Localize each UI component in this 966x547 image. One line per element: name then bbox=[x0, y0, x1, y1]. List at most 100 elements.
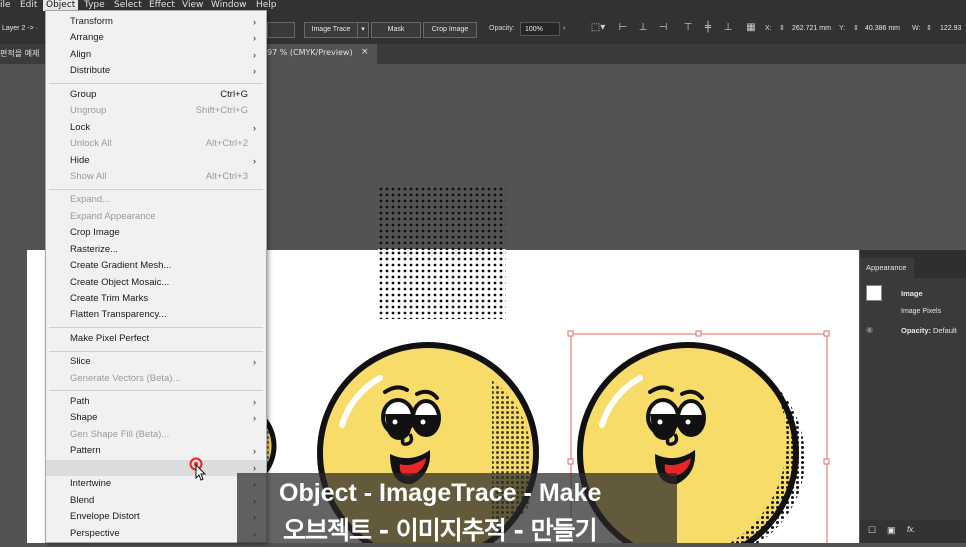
menu-separator bbox=[49, 390, 263, 391]
opacity-field[interactable]: 100% bbox=[520, 22, 560, 36]
add-fill-icon[interactable]: ▣ bbox=[887, 525, 896, 536]
x-field[interactable]: 262.721 mm bbox=[788, 22, 836, 36]
y-field[interactable]: 40.386 mm bbox=[861, 22, 909, 36]
image-thumbnail bbox=[866, 285, 882, 301]
x-label: X: bbox=[765, 25, 772, 32]
menu-item-rasterize[interactable]: Rasterize... bbox=[46, 242, 266, 258]
halftone-pattern-lower bbox=[378, 250, 506, 319]
menu-item-show-all[interactable]: Show All Alt+Ctrl+3 bbox=[46, 169, 266, 185]
panel-footer: ☐ ▣ fx. bbox=[860, 520, 966, 543]
y-label: Y: bbox=[839, 25, 846, 32]
grid-icon[interactable]: ▦ bbox=[745, 21, 757, 35]
appearance-panel: Appearance Image Image Pixels ◉ Opacity:… bbox=[860, 250, 966, 543]
menu-item-lock[interactable]: Lock › bbox=[46, 120, 266, 136]
chevron-right-icon: › bbox=[253, 397, 256, 407]
w-label: W: bbox=[912, 25, 921, 32]
layer-indicator: Layer 2 -> · bbox=[2, 25, 38, 32]
menu-separator bbox=[49, 189, 263, 190]
chevron-right-icon: › bbox=[253, 123, 256, 133]
opacity-row-value: Default bbox=[933, 326, 957, 335]
mask-button[interactable]: Mask bbox=[371, 22, 421, 38]
visibility-eye-icon[interactable]: ◉ bbox=[866, 325, 873, 334]
align-bottom-icon[interactable]: ⊥ bbox=[722, 21, 734, 35]
menu-window[interactable]: Window bbox=[211, 0, 247, 10]
fx-icon[interactable]: fx. bbox=[907, 525, 915, 534]
caption-line-english: Object - ImageTrace - Make bbox=[279, 479, 602, 507]
embed-button[interactable] bbox=[267, 22, 295, 38]
menu-item-slice[interactable]: Slice › bbox=[46, 354, 266, 370]
chevron-right-icon: › bbox=[253, 66, 256, 76]
menu-item-ungroup[interactable]: Ungroup Shift+Ctrl+G bbox=[46, 103, 266, 119]
image-trace-dropdown[interactable]: ▾ bbox=[357, 22, 369, 38]
align-right-icon[interactable]: ⊣ bbox=[657, 21, 669, 35]
align-top-icon[interactable]: ⊤ bbox=[682, 21, 694, 35]
menu-item-expand[interactable]: Expand... bbox=[46, 192, 266, 208]
video-caption: Object - ImageTrace - Make 오브젝트 - 이미지추적 … bbox=[237, 473, 677, 545]
chevron-right-icon: › bbox=[253, 50, 256, 60]
menu-item-crop-image[interactable]: Crop Image bbox=[46, 225, 266, 241]
resize-handle bbox=[567, 458, 574, 465]
close-tab-icon[interactable]: × bbox=[361, 47, 369, 57]
chevron-right-icon: › bbox=[253, 357, 256, 367]
menu-item-create-gradient-mesh[interactable]: Create Gradient Mesh... bbox=[46, 258, 266, 274]
menu-item-arrange[interactable]: Arrange › bbox=[46, 30, 266, 46]
chevron-right-icon: › bbox=[253, 156, 256, 166]
chevron-right-icon: › bbox=[253, 413, 256, 423]
resize-handle bbox=[695, 330, 702, 337]
resize-handle bbox=[823, 330, 830, 337]
menu-edit[interactable]: Edit bbox=[20, 0, 37, 10]
menu-type[interactable]: Type bbox=[84, 0, 105, 10]
menu-item-align[interactable]: Align › bbox=[46, 47, 266, 63]
transform-icon[interactable]: ⬚▾ bbox=[589, 21, 607, 35]
resize-handle bbox=[567, 330, 574, 337]
opacity-arrow-icon[interactable]: › bbox=[563, 22, 565, 36]
menu-item-flatten-transparency[interactable]: Flatten Transparency... bbox=[46, 307, 266, 323]
w-field[interactable]: 122.93 bbox=[936, 22, 966, 36]
menu-item-transform[interactable]: Transform › bbox=[46, 14, 266, 30]
x-stepper-icon[interactable]: ⇕ bbox=[779, 22, 785, 36]
menu-item-create-trim-marks[interactable]: Create Trim Marks bbox=[46, 291, 266, 307]
menu-item-group[interactable]: Group Ctrl+G bbox=[46, 87, 266, 103]
menu-item-image-trace-hovered[interactable]: › bbox=[46, 460, 266, 476]
menu-item-pattern[interactable]: Pattern › bbox=[46, 443, 266, 459]
resize-handle bbox=[823, 458, 830, 465]
menu-item-expand-appearance[interactable]: Expand Appearance bbox=[46, 209, 266, 225]
align-middle-icon[interactable]: ╪ bbox=[702, 21, 714, 35]
menu-item-envelope-distort[interactable]: Envelope Distort› bbox=[46, 509, 266, 525]
menu-item-create-object-mosaic[interactable]: Create Object Mosaic... bbox=[46, 275, 266, 291]
align-left-icon[interactable]: ⊢ bbox=[617, 21, 629, 35]
chevron-down-icon: ▾ bbox=[361, 26, 365, 33]
image-trace-button[interactable]: Image Trace bbox=[304, 22, 358, 38]
menu-item-intertwine[interactable]: Intertwine› bbox=[46, 476, 266, 492]
tab-appearance[interactable]: Appearance bbox=[860, 258, 914, 278]
menu-item-distribute[interactable]: Distribute › bbox=[46, 63, 266, 79]
menu-file[interactable]: ile bbox=[0, 0, 11, 10]
opacity-row-label[interactable]: Opacity: bbox=[901, 326, 931, 335]
menu-view[interactable]: View bbox=[182, 0, 203, 10]
object-type-label: Image bbox=[901, 289, 923, 298]
chevron-right-icon: › bbox=[253, 33, 256, 43]
menu-item-generate-vectors[interactable]: Generate Vectors (Beta)... bbox=[46, 371, 266, 387]
image-pixels-label[interactable]: Image Pixels bbox=[901, 308, 941, 315]
active-document-tab[interactable]: 97 % (CMYK/Preview) × bbox=[267, 44, 377, 64]
menu-effect[interactable]: Effect bbox=[149, 0, 175, 10]
add-stroke-icon[interactable]: ☐ bbox=[868, 525, 876, 536]
menu-item-blend[interactable]: Blend› bbox=[46, 493, 266, 509]
previous-tab[interactable]: 편적을 예제 bbox=[0, 48, 39, 59]
menu-item-perspective[interactable]: Perspective› bbox=[46, 526, 266, 542]
menu-item-shape[interactable]: Shape › bbox=[46, 410, 266, 426]
menu-help[interactable]: Help bbox=[256, 0, 277, 10]
w-stepper-icon[interactable]: ⇕ bbox=[926, 22, 932, 36]
menu-item-unlock-all[interactable]: Unlock All Alt+Ctrl+2 bbox=[46, 136, 266, 152]
menu-separator bbox=[49, 327, 263, 328]
menu-item-gen-shape-fill[interactable]: Gen Shape Fill (Beta)... bbox=[46, 427, 266, 443]
menu-separator bbox=[49, 351, 263, 352]
y-stepper-icon[interactable]: ⇕ bbox=[853, 22, 859, 36]
crop-image-button[interactable]: Crop Image bbox=[423, 22, 477, 38]
menu-item-make-pixel-perfect[interactable]: Make Pixel Perfect bbox=[46, 331, 266, 347]
chevron-right-icon: › bbox=[253, 446, 256, 456]
menu-select[interactable]: Select bbox=[114, 0, 142, 10]
align-center-icon[interactable]: ⊥ bbox=[637, 21, 649, 35]
menu-item-hide[interactable]: Hide › bbox=[46, 153, 266, 169]
menu-item-path[interactable]: Path › bbox=[46, 394, 266, 410]
